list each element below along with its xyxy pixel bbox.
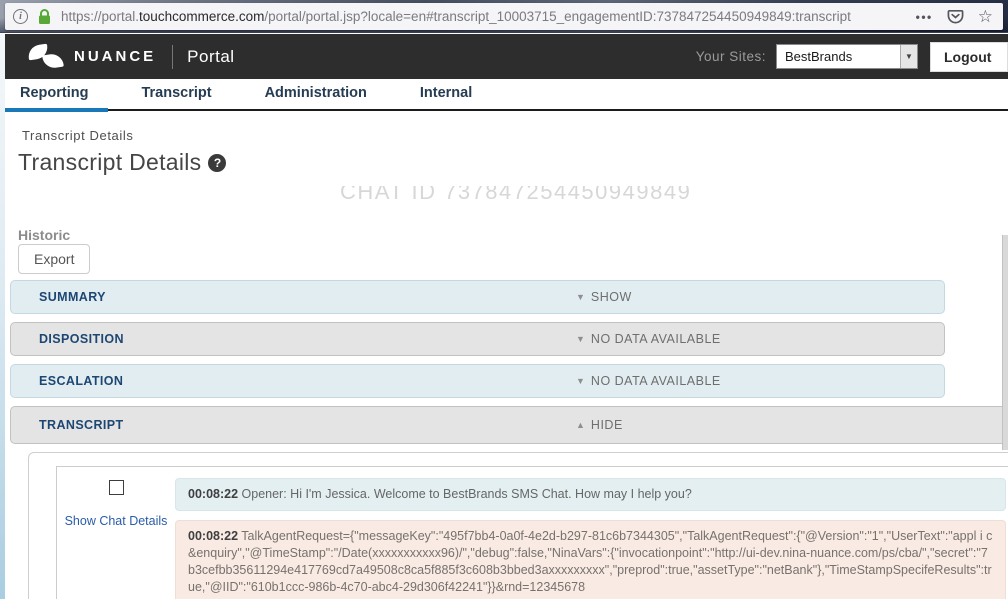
product-name: Portal: [187, 47, 234, 67]
accordion-transcript-state: HIDE: [591, 418, 623, 432]
site-select-value: BestBrands: [785, 49, 852, 64]
accordion-escalation-label: ESCALATION: [39, 374, 123, 388]
accordion-transcript-label: TRANSCRIPT: [39, 418, 124, 432]
url-scheme: https://portal.: [61, 9, 139, 24]
url-bar[interactable]: i https://portal.touchcommerce.com/porta…: [5, 3, 1003, 30]
url-path: /portal/portal.jsp?locale=en#transcript_…: [264, 9, 851, 24]
chevron-down-icon: ▼: [576, 376, 585, 386]
accordion-disposition-state: NO DATA AVAILABLE: [591, 332, 721, 346]
logout-button[interactable]: Logout: [930, 42, 1008, 72]
url-text: https://portal.touchcommerce.com/portal/…: [61, 9, 908, 24]
page-title-row: Transcript Details ?: [18, 149, 226, 176]
help-icon[interactable]: ?: [208, 154, 226, 172]
chevron-down-icon: ▼: [576, 334, 585, 344]
message-timestamp: 00:08:22: [188, 487, 238, 501]
export-button[interactable]: Export: [18, 244, 90, 274]
message-text: Opener: Hi I'm Jessica. Welcome to BestB…: [242, 487, 692, 501]
header-right: Your Sites: BestBrands ▼ Logout: [696, 42, 1008, 72]
accordion-escalation-toggle: ▼ NO DATA AVAILABLE: [576, 374, 721, 388]
chat-message-system: 00:08:22 TalkAgentRequest={"messageKey":…: [175, 520, 1006, 599]
tab-administration[interactable]: Administration: [245, 78, 387, 110]
page-title: Transcript Details: [18, 149, 201, 176]
show-chat-details-checkbox[interactable]: [109, 480, 124, 495]
accordion-summary-state: SHOW: [591, 290, 632, 304]
tab-transcript[interactable]: Transcript: [121, 78, 231, 110]
show-chat-details-label[interactable]: Show Chat Details: [57, 514, 175, 528]
brand-divider: [172, 45, 173, 69]
breadcrumb: Transcript Details: [22, 128, 133, 143]
page-info-icon[interactable]: i: [13, 9, 28, 24]
window-edge-strip: [0, 34, 5, 599]
message-timestamp: 00:08:22: [188, 529, 238, 543]
accordion-transcript[interactable]: TRANSCRIPT ▲ HIDE: [10, 406, 1008, 444]
tab-reporting[interactable]: Reporting: [0, 78, 108, 110]
transcript-table: Show Chat Details 00:08:22 Opener: Hi I'…: [56, 466, 1008, 599]
chat-row: Show Chat Details 00:08:22 Opener: Hi I'…: [57, 467, 1006, 599]
bookmark-star-icon[interactable]: ☆: [978, 8, 993, 25]
main-nav: Reporting Transcript Administration Inte…: [0, 79, 1008, 111]
transcript-panel: Show Chat Details 00:08:22 Opener: Hi I'…: [28, 452, 1008, 599]
app-header: NUANCE Portal Your Sites: BestBrands ▼ L…: [0, 34, 1008, 79]
pocket-icon[interactable]: [947, 8, 964, 25]
chat-messages: 00:08:22 Opener: Hi I'm Jessica. Welcome…: [175, 467, 1006, 599]
your-sites-label: Your Sites:: [696, 49, 766, 64]
browser-chrome: i https://portal.touchcommerce.com/porta…: [0, 0, 1008, 33]
accordion-escalation-state: NO DATA AVAILABLE: [591, 374, 721, 388]
scrollbar-thumb[interactable]: [1002, 235, 1008, 450]
chat-id-watermark-text: CHAT ID 737847254450949849: [340, 186, 760, 205]
browser-window: i https://portal.touchcommerce.com/porta…: [0, 0, 1008, 599]
url-domain: touchcommerce.com: [139, 9, 264, 24]
page-actions-icon[interactable]: •••: [916, 10, 933, 24]
nuance-logo-icon: [28, 44, 66, 70]
url-actions: ••• ☆: [916, 8, 995, 25]
chevron-down-icon: ▼: [576, 292, 585, 302]
accordion-summary-label: SUMMARY: [39, 290, 106, 304]
https-lock-icon[interactable]: [37, 8, 52, 25]
accordion-transcript-toggle: ▲ HIDE: [576, 418, 623, 432]
accordion-escalation[interactable]: ESCALATION ▼ NO DATA AVAILABLE: [10, 364, 945, 398]
historic-label: Historic: [18, 227, 70, 243]
accordion-disposition-toggle: ▼ NO DATA AVAILABLE: [576, 332, 721, 346]
tab-internal[interactable]: Internal: [400, 78, 492, 110]
chat-message-agent: 00:08:22 Opener: Hi I'm Jessica. Welcome…: [175, 478, 1006, 511]
accordion-disposition[interactable]: DISPOSITION ▼ NO DATA AVAILABLE: [10, 322, 945, 356]
chevron-up-icon: ▲: [576, 420, 585, 430]
message-text: TalkAgentRequest={"messageKey":"495f7bb4…: [188, 529, 992, 594]
brand-name: NUANCE: [74, 48, 156, 65]
chat-controls: Show Chat Details: [57, 467, 175, 599]
select-arrow-icon[interactable]: ▼: [900, 45, 917, 68]
accordion-disposition-label: DISPOSITION: [39, 332, 124, 346]
accordion-summary-toggle: ▼ SHOW: [576, 290, 632, 304]
accordion-summary[interactable]: SUMMARY ▼ SHOW: [10, 280, 945, 314]
brand: NUANCE Portal: [28, 44, 235, 70]
site-select[interactable]: BestBrands ▼: [776, 44, 918, 69]
chat-id-watermark: CHAT ID 737847254450949849: [340, 186, 760, 209]
